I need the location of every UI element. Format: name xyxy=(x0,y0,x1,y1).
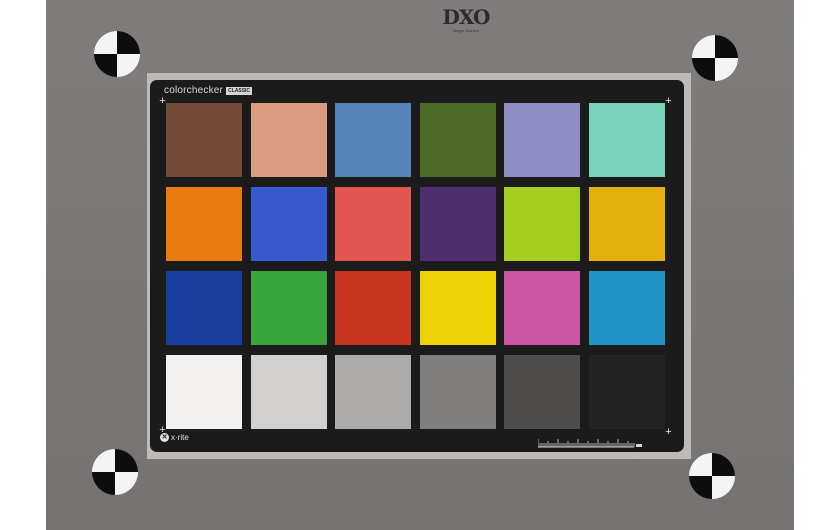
color-patch-r1-c4 xyxy=(419,103,496,177)
color-patch-r4-c3 xyxy=(335,355,411,429)
colorchecker-brand: colorchecker CLASSIC xyxy=(164,85,253,97)
xrite-logo: ✕ x·rite xyxy=(160,433,189,442)
color-patch-r1-c3 xyxy=(335,103,411,177)
brand-name: colorchecker xyxy=(164,85,224,96)
color-patch-r3-c2 xyxy=(250,271,327,345)
color-patch-r2-c5 xyxy=(504,187,580,261)
color-patch-r1-c5 xyxy=(504,103,580,177)
color-patch-r2-c3 xyxy=(335,187,411,261)
color-patch-r4-c6 xyxy=(588,355,665,429)
registration-target-top-right xyxy=(692,35,738,81)
color-patch-r2-c4 xyxy=(419,187,496,261)
dxo-logo: DXO Image Science xyxy=(438,6,494,33)
color-patch-r2-c2 xyxy=(250,187,327,261)
color-patch-r3-c1 xyxy=(166,271,242,345)
color-patch-r4-c1 xyxy=(166,355,242,429)
color-patch-r4-c4 xyxy=(419,355,496,429)
color-patch-r1-c1 xyxy=(166,103,242,177)
scale-ruler xyxy=(538,439,642,448)
color-patch-r3-c5 xyxy=(504,271,580,345)
registration-target-bottom-right xyxy=(689,453,735,499)
color-patch-r3-c3 xyxy=(335,271,411,345)
color-patch-r3-c4 xyxy=(419,271,496,345)
logo-text: DXO xyxy=(442,5,491,29)
color-patch-r1-c2 xyxy=(250,103,327,177)
color-patch-r2-c6 xyxy=(588,187,665,261)
registration-target-bottom-left xyxy=(92,449,138,495)
xrite-mark-icon: ✕ xyxy=(160,433,169,442)
color-patch-r1-c6 xyxy=(588,103,665,177)
classic-badge: CLASSIC xyxy=(226,87,253,95)
color-patch-r3-c6 xyxy=(588,271,665,345)
registration-target-top-left xyxy=(94,31,140,77)
color-patch-r2-c1 xyxy=(166,187,242,261)
color-patch-r4-c5 xyxy=(504,355,580,429)
color-patch-r4-c2 xyxy=(250,355,327,429)
maker-name: x·rite xyxy=(171,433,189,442)
corner-crosshair-icon: + xyxy=(665,95,672,107)
corner-crosshair-icon: + xyxy=(665,426,672,438)
